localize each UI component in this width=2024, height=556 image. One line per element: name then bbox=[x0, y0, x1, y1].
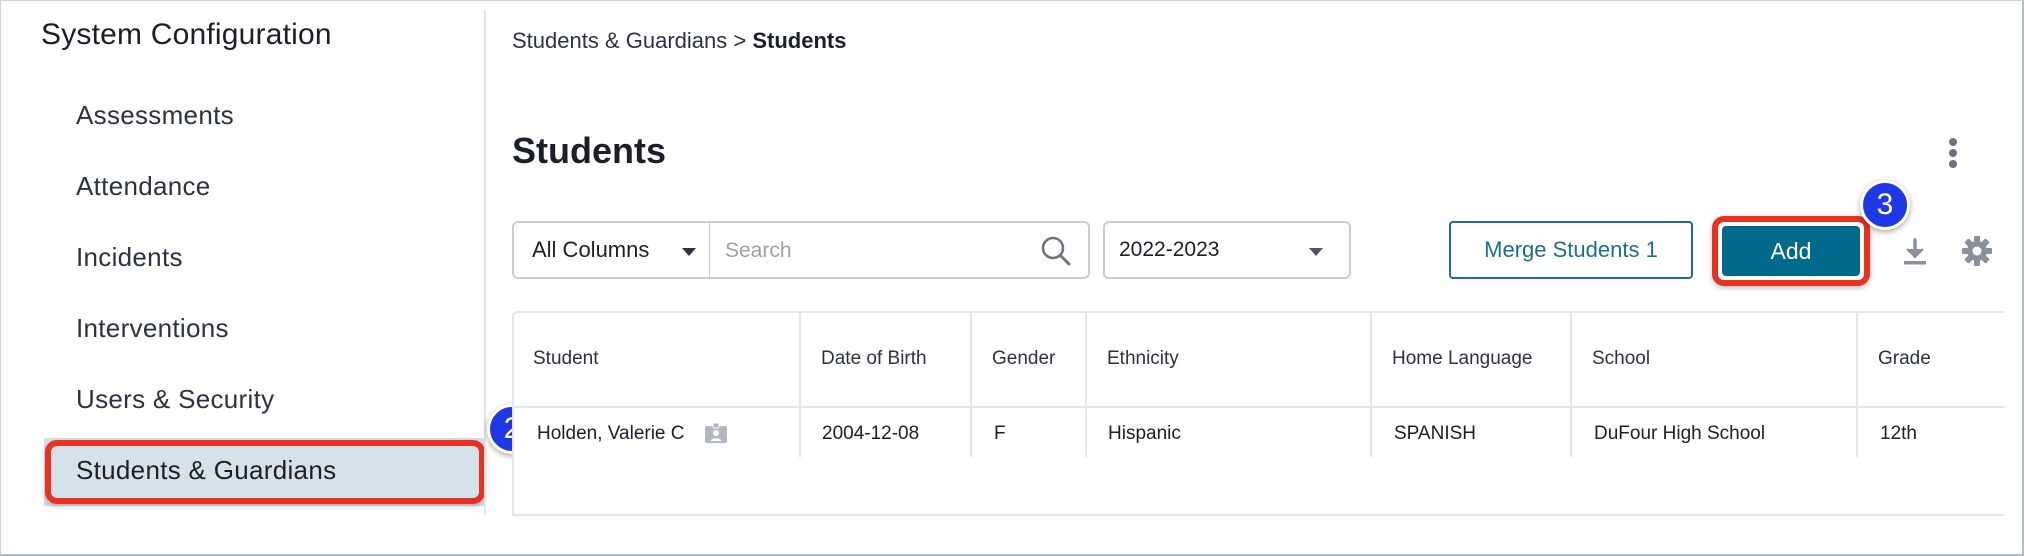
search-placeholder: Search bbox=[725, 239, 792, 262]
breadcrumb: Students & Guardians > Students bbox=[512, 28, 846, 54]
column-divider bbox=[1570, 313, 1572, 457]
sidebar-item-interventions[interactable]: Interventions bbox=[76, 313, 229, 344]
cell-home-language: SPANISH bbox=[1394, 423, 1477, 444]
column-header-ethnicity[interactable]: Ethnicity bbox=[1107, 348, 1179, 370]
kebab-menu-icon[interactable] bbox=[1946, 138, 1960, 168]
sidebar-item-assessments[interactable]: Assessments bbox=[76, 100, 234, 131]
column-header-home-language[interactable]: Home Language bbox=[1392, 348, 1533, 370]
sidebar-item-users-security[interactable]: Users & Security bbox=[76, 384, 274, 415]
sidebar-item-incidents[interactable]: Incidents bbox=[76, 242, 183, 273]
column-header-student[interactable]: Student bbox=[533, 348, 599, 370]
breadcrumb-separator: > bbox=[733, 28, 747, 53]
cell-student-name[interactable]: Holden, Valerie C bbox=[537, 423, 685, 445]
column-divider bbox=[970, 313, 972, 457]
gear-icon[interactable] bbox=[1960, 234, 1994, 268]
cell-school: DuFour High School bbox=[1594, 423, 1766, 444]
download-icon[interactable] bbox=[1899, 236, 1931, 268]
id-card-icon bbox=[705, 422, 727, 443]
add-student-button[interactable]: Add bbox=[1722, 226, 1860, 276]
search-icon[interactable] bbox=[1040, 235, 1072, 267]
column-divider bbox=[1856, 313, 1858, 457]
school-year-value: 2022-2023 bbox=[1119, 238, 1220, 261]
students-table bbox=[512, 311, 2004, 516]
breadcrumb-current: Students bbox=[752, 28, 847, 53]
step-callout-3: 3 bbox=[1860, 180, 1910, 230]
column-filter-value: All Columns bbox=[532, 237, 650, 262]
column-divider bbox=[1370, 313, 1372, 457]
column-divider bbox=[1085, 313, 1087, 457]
page-title: Students bbox=[512, 130, 667, 171]
column-header-grade[interactable]: Grade bbox=[1878, 348, 1931, 370]
sidebar-item-attendance[interactable]: Attendance bbox=[76, 171, 211, 202]
cell-ethnicity: Hispanic bbox=[1108, 423, 1181, 444]
sidebar-divider bbox=[484, 10, 486, 515]
sidebar-item-students-guardians[interactable]: Students & Guardians bbox=[76, 455, 336, 486]
column-divider bbox=[799, 313, 801, 457]
column-header-gender[interactable]: Gender bbox=[992, 348, 1055, 370]
cell-gender: F bbox=[994, 423, 1006, 444]
search-input[interactable]: Search bbox=[710, 221, 1090, 279]
sidebar-title: System Configuration bbox=[41, 18, 332, 51]
column-header-date-of-birth[interactable]: Date of Birth bbox=[821, 348, 927, 370]
column-filter-select[interactable]: All Columns bbox=[512, 221, 711, 279]
school-year-select[interactable]: 2022-2023 bbox=[1103, 221, 1351, 279]
caret-down-icon bbox=[1309, 248, 1323, 256]
cell-date-of-birth: 2004-12-08 bbox=[822, 423, 920, 444]
breadcrumb-parent[interactable]: Students & Guardians bbox=[512, 28, 727, 53]
header-row-divider bbox=[514, 406, 2004, 408]
merge-students-button[interactable]: Merge Students 1 bbox=[1449, 221, 1693, 279]
caret-down-icon bbox=[682, 248, 696, 256]
column-header-school[interactable]: School bbox=[1592, 348, 1650, 370]
cell-grade: 12th bbox=[1880, 423, 1917, 444]
sidebar: System Configuration Assessments Attenda… bbox=[0, 0, 485, 556]
